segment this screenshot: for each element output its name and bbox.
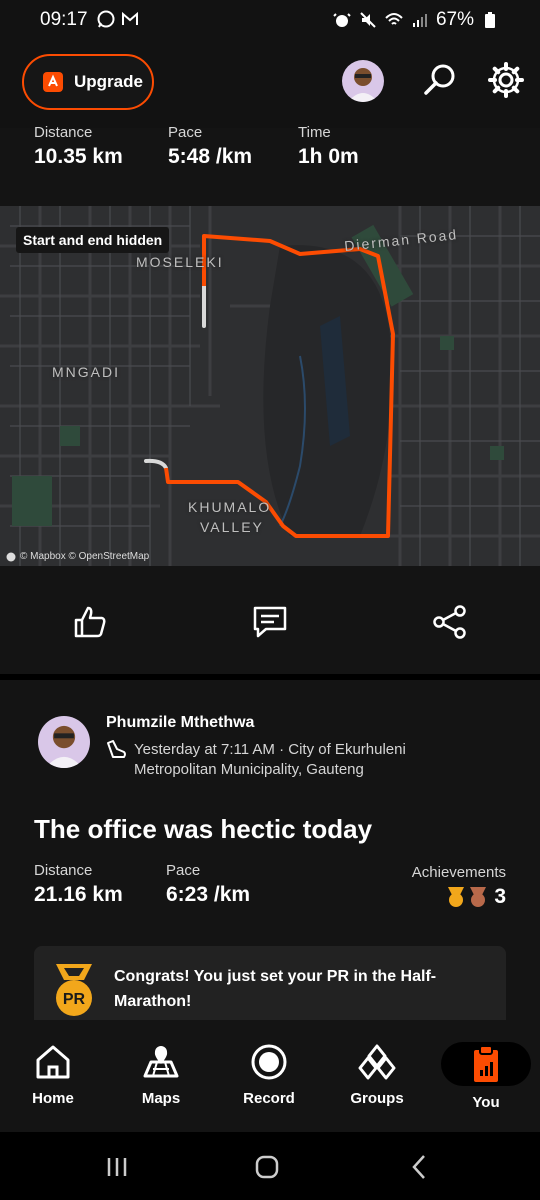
attribution-text: © Mapbox © OpenStreetMap [20,551,150,562]
gold-medal-icon [448,887,465,907]
tab-you[interactable]: You [441,1042,531,1118]
pr-message: Congrats! You just set your PR in the Ha… [114,968,437,1010]
signal-icon [412,14,427,27]
tab-label: Record [243,1090,295,1107]
groups-icon [358,1044,396,1080]
settings-gear-icon[interactable] [486,60,526,100]
bronze-medal-icon [470,887,487,907]
map-label-area: MNGADI [52,364,120,380]
upgrade-button[interactable]: Upgrade [22,54,154,110]
stat-label: Pace [166,862,201,879]
stat-value: 5:48 /km [168,145,253,168]
stat-label: Achievements [411,864,506,881]
privacy-badge: Start and end hidden [16,227,170,253]
stat-value: 10.35 km [34,145,123,168]
tab-home[interactable]: Home [8,1042,98,1118]
stat-value: 1h 0m [298,145,359,168]
tab-label: You [472,1094,500,1111]
mapbox-logo-icon [6,552,16,561]
record-icon [251,1044,287,1080]
upgrade-label: Upgrade [74,72,143,91]
share-icon[interactable] [432,604,468,640]
status-time: 09:17 [40,9,88,30]
battery-icon [485,12,495,28]
you-icon [474,1045,498,1082]
run-shoe-icon [107,740,126,758]
alarm-icon [333,13,351,27]
pace-stat: Pace 5:48 /km [168,124,252,169]
time-stat: Time 1h 0m [298,124,359,169]
stat-label: Distance [34,124,93,141]
status-bar: 09:17 67% [0,0,540,40]
map-label-area: VALLEY [200,519,264,535]
tab-label: Maps [141,1090,181,1107]
pace-stat: Pace 6:23 /km [166,862,250,907]
activity-actions [0,566,540,674]
home-nav-icon[interactable] [252,1152,282,1182]
achievements-stat: Achievements 3 [412,864,506,909]
athlete-avatar[interactable] [38,716,90,768]
meta-line: Metropolitan Municipality, Gauteng [134,761,364,778]
map-icon [143,1046,179,1078]
strava-logo-icon [43,72,63,92]
stat-value: 21.16 km [34,883,123,906]
profile-avatar[interactable] [342,60,384,102]
search-icon[interactable] [420,60,460,100]
activity-meta: Yesterday at 7:11 AM · City of Ekurhulen… [134,740,434,780]
top-bar: Upgrade [0,40,540,128]
map-label-area: MOSELEKI [136,254,224,270]
tab-label: Groups [350,1090,404,1107]
recents-icon[interactable] [102,1152,132,1182]
pr-badge-text: PR [63,991,86,1008]
stat-label: Distance [34,862,93,879]
tab-maps[interactable]: Maps [116,1042,206,1118]
back-icon[interactable] [404,1152,434,1182]
wifi-icon [385,13,403,25]
system-nav-bar [0,1132,540,1200]
stat-value: 6:23 /km [166,883,251,906]
stat-label: Pace [168,124,203,141]
tab-label: Home [32,1090,74,1107]
comment-icon[interactable] [252,604,288,640]
achievement-count: 3 [494,885,506,908]
pr-medal-icon: PR [56,964,92,1016]
bottom-tab-bar: Home Maps Record Groups You [0,1020,540,1132]
activity-route-map[interactable]: Dierman Road MOSELEKI MNGADI KHUMALO VAL… [0,206,540,566]
distance-stat: Distance 21.16 km [34,862,123,907]
home-icon [36,1045,70,1079]
activity-card[interactable]: Phumzile Mthethwa Yesterday at 7:11 AM ·… [0,680,540,1036]
tab-groups[interactable]: Groups [332,1042,422,1118]
map-attribution[interactable]: © Mapbox © OpenStreetMap [6,551,149,562]
distance-stat: Distance 10.35 km [34,124,123,169]
map-label-area: KHUMALO [188,499,272,515]
battery-percent: 67% [435,9,474,30]
meta-line: Yesterday at 7:11 AM · City of Ekurhulen… [134,741,406,758]
tab-record[interactable]: Record [224,1042,314,1118]
whatsapp-icon [97,10,115,28]
stat-label: Time [298,124,331,141]
activity-stats-card[interactable]: Distance 10.35 km Pace 5:48 /km Time 1h … [0,124,540,206]
mute-icon [360,12,376,28]
gmail-icon [122,11,138,25]
activity-title[interactable]: The office was hectic today [34,814,372,845]
athlete-name[interactable]: Phumzile Mthethwa [106,714,254,732]
kudos-thumbs-up-icon[interactable] [72,604,108,640]
